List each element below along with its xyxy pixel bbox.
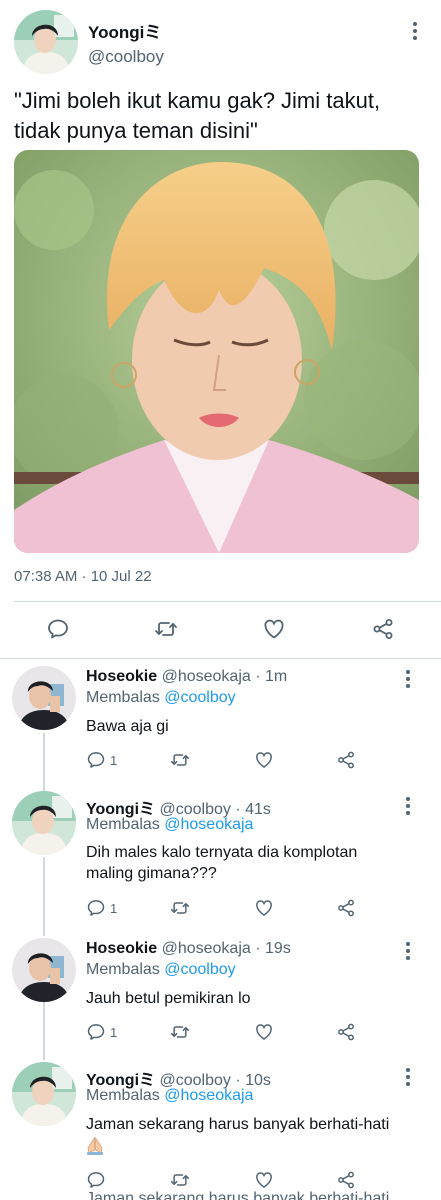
like-icon[interactable]	[259, 614, 289, 644]
retweet-icon[interactable]	[170, 896, 190, 920]
retweet-icon[interactable]	[151, 614, 181, 644]
reply-text: Bawa aja gi	[86, 718, 169, 735]
praying-hands-icon	[86, 1136, 104, 1156]
tweet-timestamp: 07:38 AM · 10 Jul 22	[14, 568, 152, 585]
avatar[interactable]	[12, 666, 76, 730]
reply-text: Dih males kalo ternyata dia komplotan ma…	[86, 844, 358, 882]
retweet-icon[interactable]	[170, 748, 190, 772]
separator: ·	[255, 940, 261, 957]
share-icon[interactable]	[336, 896, 356, 920]
share-icon[interactable]	[368, 614, 398, 644]
divider	[0, 658, 441, 659]
retweet-icon[interactable]	[170, 1168, 190, 1192]
author-handle[interactable]: @hoseokaja	[162, 668, 251, 685]
author-name[interactable]: Hoseokie	[86, 668, 157, 685]
replying-to: Membalas @coolboy	[86, 961, 236, 979]
retweet-icon[interactable]	[170, 1020, 190, 1044]
reply-text-body: Jaman sekarang harus banyak berhati-hati	[86, 1116, 390, 1133]
author-handle[interactable]: @coolboy	[88, 47, 164, 67]
replying-label: Membalas	[86, 689, 160, 706]
reply-actions: 1	[86, 896, 376, 920]
replying-to: Membalas @hoseokaja	[86, 1087, 253, 1105]
reply-text: Jaman sekarang harus banyak berhati-hati	[86, 1114, 426, 1156]
avatar[interactable]	[12, 1062, 76, 1126]
reply-icon[interactable]: 1	[86, 896, 117, 920]
next-tweet-preview: Jaman sekarang harus banyak berhati-hati	[86, 1190, 390, 1200]
share-icon[interactable]	[336, 748, 356, 772]
reply-text: Jauh betul pemikiran lo	[86, 990, 251, 1007]
reply-actions: 1	[86, 748, 376, 772]
reply-icon[interactable]	[86, 1168, 106, 1192]
more-options-icon[interactable]	[400, 1066, 416, 1088]
more-options-icon[interactable]	[400, 668, 416, 690]
like-icon[interactable]	[254, 1168, 274, 1192]
tweet-actions	[0, 614, 441, 644]
share-icon[interactable]	[336, 1168, 356, 1192]
tweet-text: "Jimi boleh ikut kamu gak? Jimi takut, t…	[14, 88, 381, 143]
reply-count: 1	[110, 752, 118, 768]
reply-count: 1	[110, 900, 118, 916]
reply-icon[interactable]: 1	[86, 748, 117, 772]
reply-header: Hoseokie @hoseokaja · 19s	[86, 940, 291, 958]
replying-to: Membalas @coolboy	[86, 689, 236, 707]
replying-to-link[interactable]: @hoseokaja	[164, 1087, 253, 1104]
reply-count: 1	[110, 1024, 118, 1040]
reply-time: 1m	[265, 668, 288, 685]
reply-icon[interactable]	[43, 614, 73, 644]
author-name[interactable]: Yoongiミ	[88, 18, 161, 43]
like-icon[interactable]	[254, 748, 274, 772]
author-name-text: Yoongi	[88, 23, 145, 42]
thread-line	[43, 1002, 45, 1060]
author-name-suffix: ミ	[144, 23, 162, 42]
replying-label: Membalas	[86, 961, 160, 978]
author-handle[interactable]: @hoseokaja	[162, 940, 251, 957]
more-options-icon[interactable]	[400, 940, 416, 962]
replying-label: Membalas	[86, 816, 160, 833]
reply-icon[interactable]: 1	[86, 1020, 117, 1044]
thread-line	[43, 733, 45, 791]
share-icon[interactable]	[336, 1020, 356, 1044]
divider	[14, 601, 441, 602]
replying-to-link[interactable]: @coolboy	[164, 961, 235, 978]
avatar[interactable]	[12, 938, 76, 1002]
reply-actions	[86, 1168, 376, 1192]
like-icon[interactable]	[254, 896, 274, 920]
replying-label: Membalas	[86, 1087, 160, 1104]
replying-to: Membalas @hoseokaja	[86, 816, 253, 834]
more-options-icon[interactable]	[407, 20, 423, 42]
replying-to-link[interactable]: @coolboy	[164, 689, 235, 706]
tweet-photo[interactable]	[14, 150, 419, 553]
replying-to-link[interactable]: @hoseokaja	[164, 816, 253, 833]
reply-header: Hoseokie @hoseokaja · 1m	[86, 668, 287, 686]
like-icon[interactable]	[254, 1020, 274, 1044]
more-options-icon[interactable]	[400, 795, 416, 817]
author-name[interactable]: Hoseokie	[86, 940, 157, 957]
avatar[interactable]	[12, 791, 76, 855]
avatar[interactable]	[14, 10, 78, 74]
thread-line	[43, 857, 45, 936]
reply-actions: 1	[86, 1020, 376, 1044]
separator: ·	[255, 668, 261, 685]
reply-time: 19s	[265, 940, 291, 957]
